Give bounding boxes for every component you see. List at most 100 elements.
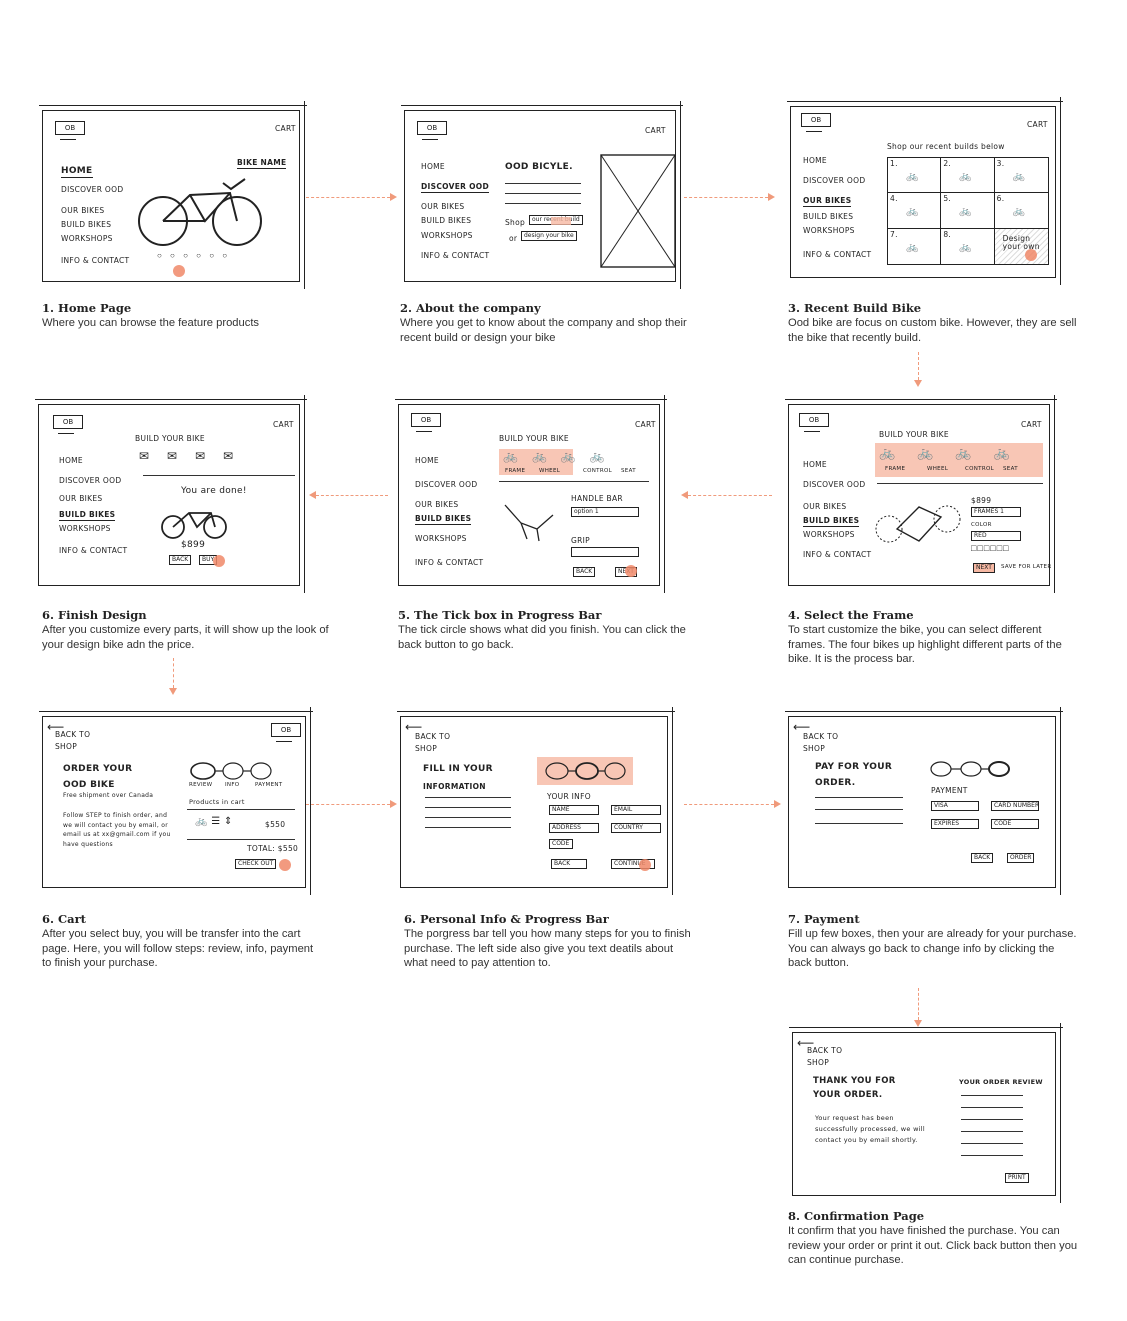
nav-workshops[interactable]: WORKSHOPS [421, 232, 473, 240]
back-button[interactable]: BACK [573, 567, 596, 577]
back-button[interactable]: BACK [169, 555, 192, 565]
back-to-shop-line2[interactable]: SHOP [55, 743, 77, 751]
cart-link[interactable]: CART [273, 421, 294, 429]
tab-wheel[interactable]: WHEEL [927, 466, 948, 473]
nav-discover[interactable]: DISCOVER OOD [803, 481, 865, 489]
build-cell[interactable]: 1. 🚲 [888, 158, 942, 194]
nav-info[interactable]: INFO & CONTACT [803, 551, 871, 559]
expires-select[interactable]: EXPIRES [931, 819, 979, 829]
code-field[interactable]: CODE [549, 839, 573, 849]
nav-discover[interactable]: DISCOVER OOD [415, 481, 477, 489]
nav-home[interactable]: HOME [415, 457, 439, 465]
color-select[interactable]: RED [971, 531, 1021, 541]
back-to-shop-line1[interactable]: BACK TO [803, 733, 838, 741]
build-cell[interactable]: 6. 🚲 [994, 193, 1048, 229]
cart-link[interactable]: CART [275, 125, 296, 133]
cart-link[interactable]: CART [1027, 121, 1048, 129]
nav-build-bikes[interactable]: BUILD BIKES [803, 517, 860, 527]
color-swatches[interactable]: □□□□□□ [971, 543, 1010, 553]
tab-wheel[interactable]: WHEEL [539, 468, 560, 475]
back-to-shop-line2[interactable]: SHOP [803, 745, 825, 753]
nav-info[interactable]: INFO & CONTACT [415, 559, 483, 567]
email-field[interactable]: EMAIL [611, 805, 661, 815]
card-number-field[interactable]: CARD NUMBER [991, 801, 1039, 811]
tab-control[interactable]: CONTROL [965, 466, 994, 473]
nav-discover[interactable]: DISCOVER OOD [61, 186, 123, 194]
card-type-select[interactable]: VISA [931, 801, 979, 811]
nav-discover[interactable]: DISCOVER OOD [59, 477, 121, 485]
address-field[interactable]: ADDRESS [549, 823, 599, 833]
build-cell[interactable]: 8. 🚲 [941, 228, 995, 264]
nav-info[interactable]: INFO & CONTACT [59, 547, 127, 555]
nav-home[interactable]: HOME [421, 163, 445, 171]
nav-workshops[interactable]: WORKSHOPS [803, 531, 855, 539]
nav-build-bikes[interactable]: BUILD BIKES [803, 213, 853, 221]
nav-home[interactable]: HOME [803, 157, 827, 165]
code-field[interactable]: CODE [991, 819, 1039, 829]
back-to-shop-line1[interactable]: BACK TO [55, 731, 90, 739]
nav-home[interactable]: HOME [61, 167, 93, 178]
nav-info[interactable]: INFO & CONTACT [803, 251, 871, 259]
country-field[interactable]: COUNTRY [611, 823, 661, 833]
tab-seat[interactable]: SEAT [1003, 466, 1018, 473]
logo-icon[interactable]: OB [801, 113, 831, 132]
nav-build-bikes[interactable]: BUILD BIKES [59, 511, 116, 521]
nav-our-bikes[interactable]: OUR BIKES [59, 495, 102, 503]
handle-select[interactable]: option 1 [571, 507, 639, 517]
cart-link[interactable]: CART [1021, 421, 1042, 429]
scroll-down-icon[interactable] [173, 265, 185, 277]
nav-workshops[interactable]: WORKSHOPS [59, 525, 111, 533]
order-button[interactable]: ORDER [1007, 853, 1035, 863]
nav-workshops[interactable]: WORKSHOPS [415, 535, 467, 543]
grip-select[interactable] [571, 547, 639, 557]
back-button[interactable]: BACK [971, 853, 994, 863]
checkout-button[interactable]: CHECK OUT [235, 859, 277, 869]
back-to-shop-line1[interactable]: BACK TO [415, 733, 450, 741]
nav-discover[interactable]: DISCOVER OOD [803, 177, 865, 185]
nav-build-bikes[interactable]: BUILD BIKES [421, 217, 471, 225]
next-button[interactable]: NEXT [973, 563, 995, 573]
frames-select[interactable]: FRAMES 1 [971, 507, 1021, 517]
nav-info[interactable]: INFO & CONTACT [61, 257, 129, 265]
nav-build-bikes[interactable]: BUILD BIKES [415, 515, 472, 525]
build-cell[interactable]: 5. 🚲 [941, 193, 995, 229]
tab-frame[interactable]: FRAME [885, 466, 905, 473]
nav-workshops[interactable]: WORKSHOPS [61, 235, 113, 243]
nav-build-bikes[interactable]: BUILD BIKES [61, 221, 111, 229]
nav-our-bikes[interactable]: OUR BIKES [61, 207, 104, 215]
back-to-shop-line1[interactable]: BACK TO [807, 1047, 842, 1055]
build-cell[interactable]: 3. 🚲 [994, 158, 1048, 194]
build-cell[interactable]: 4. 🚲 [888, 193, 942, 229]
logo-icon[interactable]: OB [417, 121, 447, 140]
logo-icon[interactable]: OB [799, 413, 829, 432]
build-cell[interactable]: 7. 🚲 [888, 228, 942, 264]
back-to-shop-line2[interactable]: SHOP [415, 745, 437, 753]
back-to-shop-line2[interactable]: SHOP [807, 1059, 829, 1067]
tab-frame[interactable]: FRAME [505, 468, 525, 475]
print-button[interactable]: PRINT [1005, 1173, 1029, 1183]
nav-discover[interactable]: DISCOVER OOD [421, 183, 489, 193]
back-button[interactable]: BACK [551, 859, 587, 869]
logo-icon[interactable]: OB [411, 413, 441, 432]
nav-our-bikes[interactable]: OUR BIKES [803, 503, 846, 511]
design-bike-button[interactable]: design your bike [521, 231, 577, 241]
cart-link[interactable]: CART [645, 127, 666, 135]
nav-our-bikes[interactable]: OUR BIKES [803, 197, 852, 207]
tab-control[interactable]: CONTROL [583, 468, 612, 475]
nav-info[interactable]: INFO & CONTACT [421, 252, 489, 260]
nav-home[interactable]: HOME [59, 457, 83, 465]
logo-icon[interactable]: OB [55, 121, 85, 140]
cart-link[interactable]: CART [635, 421, 656, 429]
design-own-cell[interactable]: Design your own [994, 228, 1048, 264]
build-cell[interactable]: 2. 🚲 [941, 158, 995, 194]
carousel-dots[interactable]: ○ ○ ○ ○ ○ ○ [157, 251, 230, 260]
logo-icon[interactable]: OB [53, 415, 83, 434]
nav-workshops[interactable]: WORKSHOPS [803, 227, 855, 235]
tab-seat[interactable]: SEAT [621, 468, 636, 475]
nav-our-bikes[interactable]: OUR BIKES [421, 203, 464, 211]
nav-our-bikes[interactable]: OUR BIKES [415, 501, 458, 509]
name-field[interactable]: NAME [549, 805, 599, 815]
logo-icon[interactable]: OB [271, 723, 301, 742]
save-later-link[interactable]: SAVE FOR LATER [1001, 564, 1051, 571]
nav-home[interactable]: HOME [803, 461, 827, 469]
